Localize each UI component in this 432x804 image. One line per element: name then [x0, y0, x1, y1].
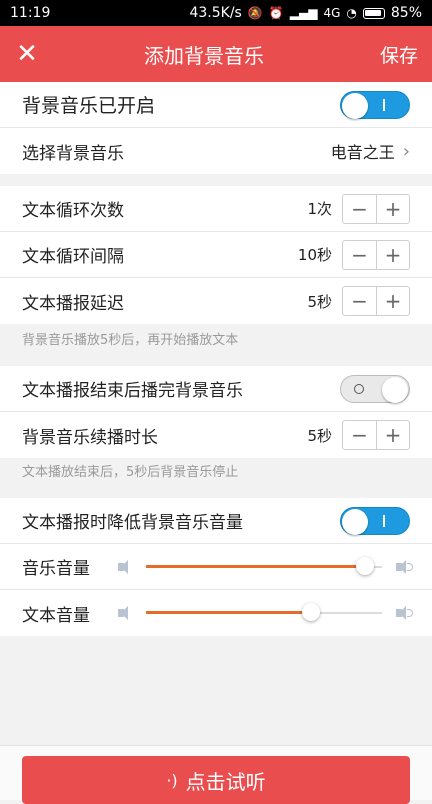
play-delay-row: 文本播报延迟 5秒 − +	[0, 278, 432, 324]
continue-duration-row: 背景音乐续播时长 5秒 − +	[0, 412, 432, 458]
play-delay-stepper: − +	[342, 286, 410, 316]
loop-settings-group: 文本循环次数 1次 − + 文本循环间隔 10秒 − + 文本播报延迟 5秒 −…	[0, 186, 432, 324]
volume-group: 文本播报时降低背景音乐音量 音乐音量 文本音量	[0, 498, 432, 636]
volume-low-icon	[118, 559, 132, 574]
text-volume-label: 文本音量	[22, 605, 90, 626]
listen-button-label: 点击试听	[185, 769, 266, 794]
volume-high-icon	[396, 606, 413, 620]
wifi-icon: ◔	[346, 6, 357, 20]
selected-music-value: 电音之王	[330, 143, 395, 162]
duck-toggle[interactable]	[340, 506, 410, 535]
play-delay-plus-button[interactable]: +	[376, 287, 409, 315]
close-icon[interactable]: ✕	[0, 26, 54, 82]
delay-note: 背景音乐播放5秒后，再开始播放文本	[22, 333, 239, 348]
play-delay-label: 文本播报延迟	[22, 293, 124, 314]
app-header: ✕ 添加背景音乐 保存	[0, 26, 432, 82]
status-bar: 11:19 43.5K/s 🔕 ⏰ ▂▄▆ 4G ◔ 85%	[0, 0, 432, 26]
network-type: 4G	[323, 6, 341, 20]
loop-interval-minus-button[interactable]: −	[343, 241, 376, 269]
signal-icon: ▂▄▆	[289, 6, 318, 20]
mute-icon: 🔕	[247, 6, 263, 20]
music-volume-label: 音乐音量	[22, 559, 90, 579]
play-delay-minus-button[interactable]: −	[343, 287, 376, 315]
loop-interval-row: 文本循环间隔 10秒 − +	[0, 232, 432, 278]
loop-count-stepper: − +	[342, 193, 410, 224]
sound-wave-icon: ·)	[166, 770, 178, 790]
duck-toggle-label: 文本播报时降低背景音乐音量	[22, 513, 243, 533]
continue-duration-minus-button[interactable]: −	[343, 421, 376, 449]
continue-note: 文本播放结束后，5秒后背景音乐停止	[22, 465, 239, 480]
network-speed: 43.5K/s	[189, 5, 242, 21]
bgm-toggle-row: 背景音乐已开启	[0, 82, 432, 128]
alarm-icon: ⏰	[268, 6, 284, 20]
loop-count-plus-button[interactable]: +	[376, 194, 409, 223]
bottom-bar: ·) 点击试听	[0, 745, 432, 804]
loop-interval-stepper: − +	[342, 239, 410, 270]
text-volume-slider[interactable]	[146, 603, 382, 621]
select-music-label: 选择背景音乐	[22, 143, 124, 164]
continue-duration-value: 5秒	[307, 426, 332, 445]
loop-count-value: 1次	[307, 200, 332, 218]
music-volume-slider[interactable]	[146, 556, 382, 575]
chevron-right-icon: ›	[402, 140, 410, 162]
volume-low-icon	[118, 606, 132, 620]
finish-toggle[interactable]	[340, 374, 410, 403]
finish-toggle-label: 文本播报结束后播完背景音乐	[22, 381, 243, 401]
continue-duration-plus-button[interactable]: +	[376, 421, 409, 449]
finish-toggle-row: 文本播报结束后播完背景音乐	[0, 366, 432, 412]
volume-high-icon	[396, 559, 413, 574]
text-volume-row: 文本音量	[0, 590, 432, 636]
save-button[interactable]: 保存	[366, 41, 432, 68]
continue-duration-label: 背景音乐续播时长	[22, 427, 158, 448]
loop-interval-label: 文本循环间隔	[22, 247, 124, 267]
loop-interval-value: 10秒	[297, 246, 332, 264]
music-select-group: 背景音乐已开启 选择背景音乐 电音之王 ›	[0, 82, 432, 174]
music-volume-thumb[interactable]	[356, 556, 375, 575]
listen-button[interactable]: ·) 点击试听	[22, 756, 410, 804]
bgm-toggle[interactable]	[340, 90, 410, 119]
status-time: 11:19	[10, 5, 51, 21]
finish-settings-group: 文本播报结束后播完背景音乐 背景音乐续播时长 5秒 − +	[0, 366, 432, 458]
battery-percent: 85%	[390, 5, 422, 21]
continue-duration-stepper: − +	[342, 420, 410, 450]
duck-toggle-row: 文本播报时降低背景音乐音量	[0, 498, 432, 544]
loop-count-minus-button[interactable]: −	[343, 195, 376, 223]
loop-count-row: 文本循环次数 1次 − +	[0, 186, 432, 232]
battery-icon	[362, 7, 385, 19]
loop-interval-plus-button[interactable]: +	[376, 240, 409, 269]
select-music-row[interactable]: 选择背景音乐 电音之王 ›	[0, 128, 432, 174]
page-title: 添加背景音乐	[144, 43, 264, 68]
bgm-toggle-label: 背景音乐已开启	[22, 95, 156, 117]
music-volume-row: 音乐音量	[0, 544, 432, 590]
play-delay-value: 5秒	[307, 292, 332, 311]
text-volume-thumb[interactable]	[302, 603, 321, 621]
loop-count-label: 文本循环次数	[22, 201, 124, 221]
